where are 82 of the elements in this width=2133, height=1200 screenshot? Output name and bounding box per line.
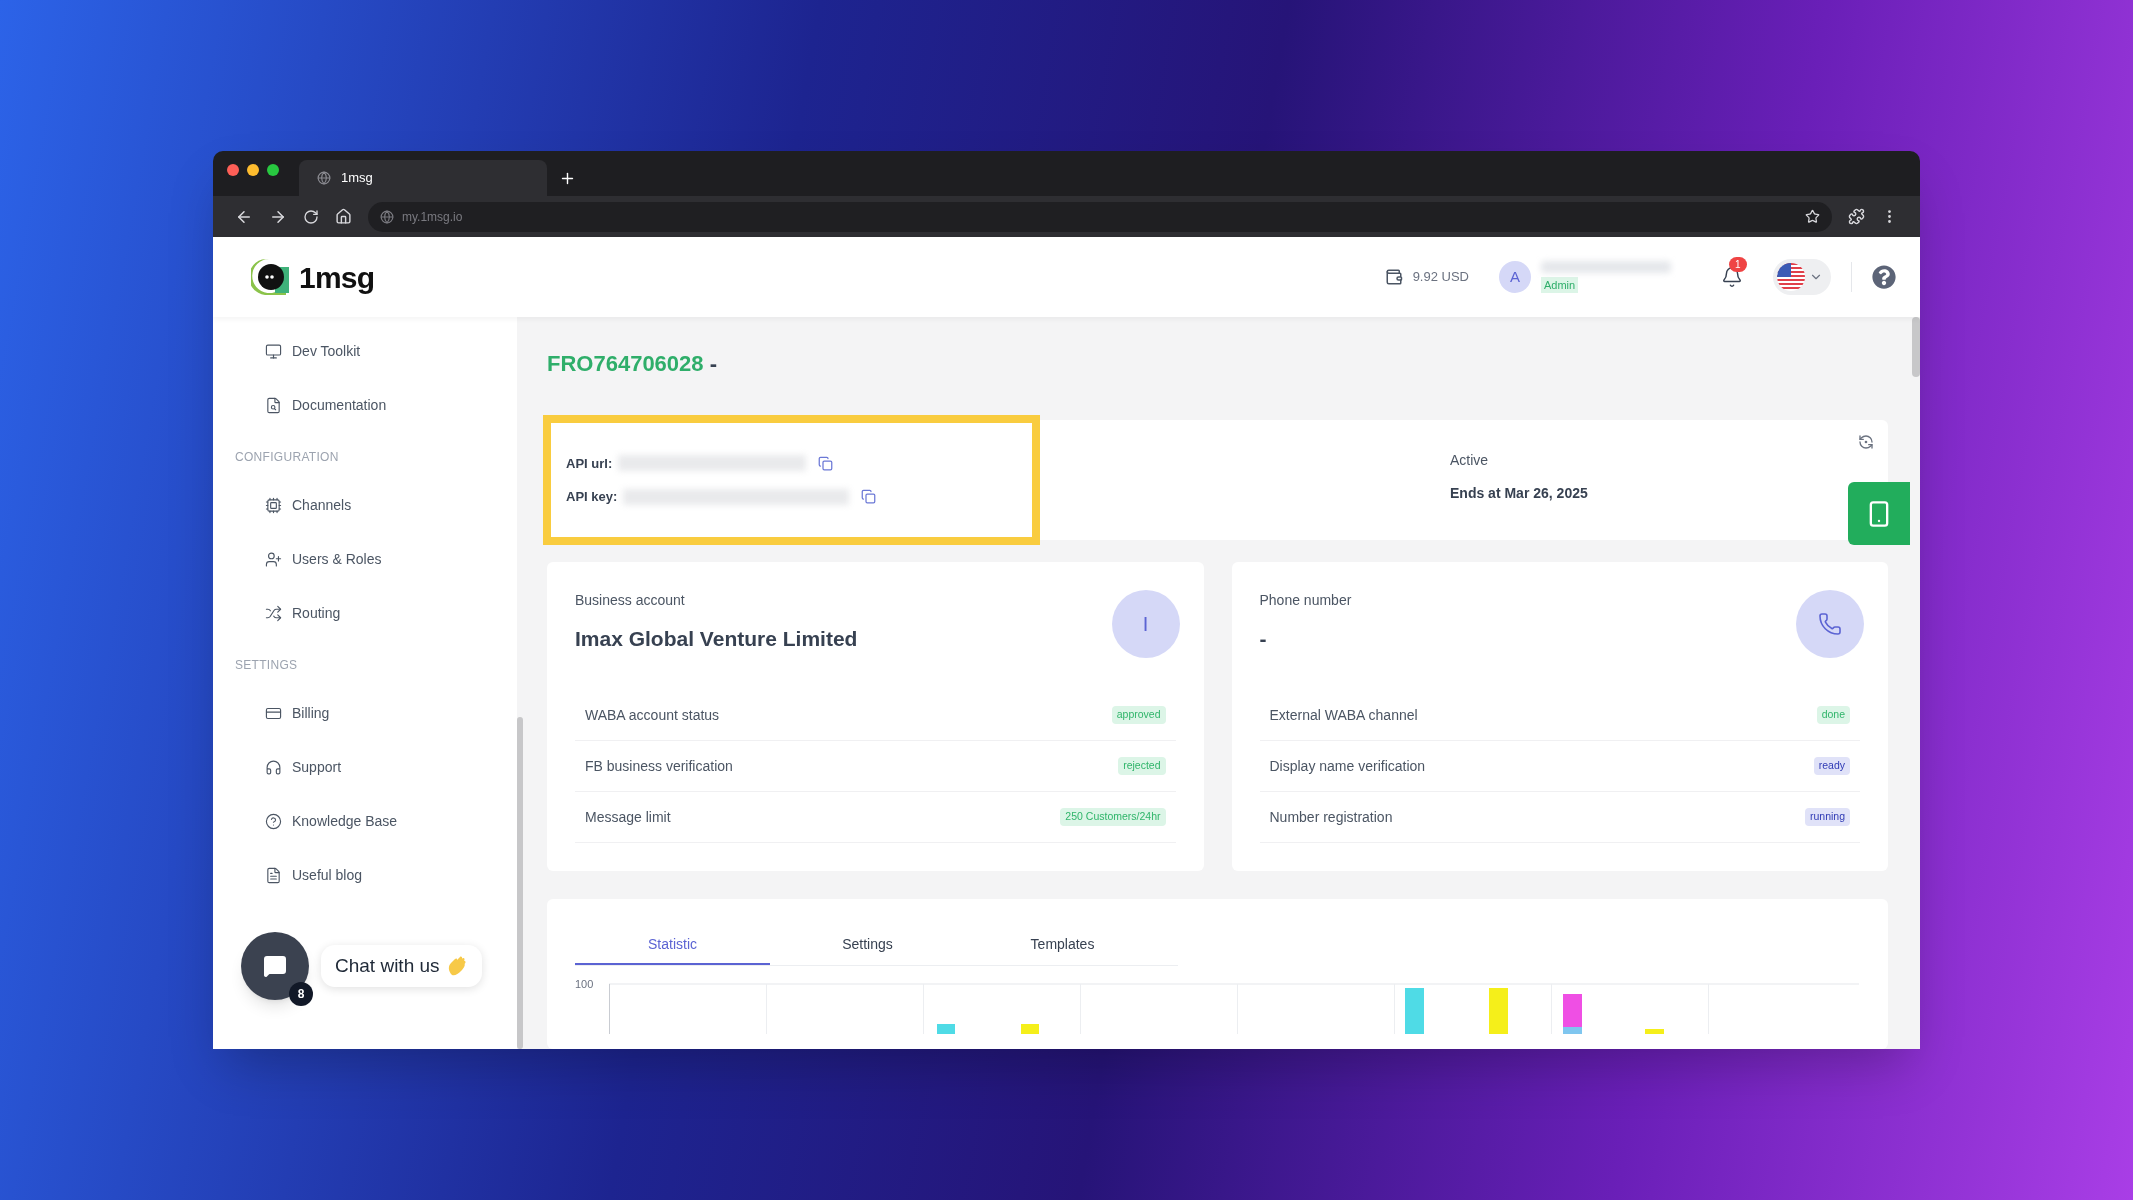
- section-heading: CONFIGURATION: [234, 449, 340, 466]
- card-value: -: [1259, 626, 1268, 652]
- status-badge: done: [1816, 706, 1850, 724]
- status-badge: approved: [1111, 706, 1166, 724]
- globe-icon: [380, 209, 394, 224]
- sidebar-item[interactable]: Useful blog: [213, 848, 517, 902]
- sidebar-item[interactable]: Documentation: [213, 378, 517, 432]
- address-bar[interactable]: my.1msg.io: [368, 201, 1832, 232]
- avatar: I: [1111, 590, 1180, 658]
- monitor-icon: [265, 342, 282, 360]
- chart-bar: [1405, 988, 1424, 1034]
- help-icon[interactable]: [1872, 265, 1896, 289]
- field-label: API url:: [566, 454, 613, 473]
- status-badge: ready: [1813, 757, 1850, 775]
- chart-bar: [1645, 1029, 1664, 1034]
- sidebar-item[interactable]: Users & Roles: [213, 532, 517, 586]
- scrollbar-thumb[interactable]: [517, 717, 523, 1049]
- refresh-icon[interactable]: [1858, 434, 1874, 450]
- headset-icon: [265, 758, 282, 776]
- sidebar-item[interactable]: Knowledge Base: [213, 794, 517, 848]
- notification-count: 1: [1729, 257, 1747, 272]
- axis-tick-label: 100: [575, 977, 595, 992]
- subscription-status: Active: [1450, 451, 1490, 470]
- logo-text: 1msg: [299, 259, 375, 296]
- section-heading: SETTINGS: [234, 657, 299, 674]
- minimize-window-button[interactable]: [247, 163, 259, 176]
- chip-icon: [265, 496, 282, 514]
- add-user-icon: [265, 550, 282, 568]
- tab[interactable]: Templates: [965, 925, 1160, 965]
- account-title: FRO764706028 -: [547, 350, 718, 378]
- chart-bar: [937, 1024, 955, 1034]
- tab[interactable]: Settings: [770, 925, 965, 965]
- us-flag-icon: [1777, 263, 1805, 291]
- sidebar-item[interactable]: Routing: [213, 586, 517, 640]
- bookmark-icon[interactable]: [1805, 209, 1820, 224]
- wallet-icon: [1384, 268, 1403, 286]
- bell-icon[interactable]: [1721, 266, 1743, 288]
- chat-count-badge: 8: [289, 982, 313, 1006]
- close-window-button[interactable]: [227, 163, 239, 176]
- tab[interactable]: Statistic: [575, 925, 770, 965]
- browser-tab[interactable]: 1msg: [299, 160, 547, 196]
- phone-icon: [1818, 612, 1842, 636]
- role-badge: Admin: [1541, 276, 1579, 294]
- status-label: WABA account status: [585, 705, 720, 725]
- status-badge: 250 Customers/24hr: [1060, 808, 1166, 826]
- sidebar-item[interactable]: Billing: [213, 686, 517, 740]
- reload-icon[interactable]: [303, 208, 319, 225]
- status-label: FB business verification: [585, 756, 733, 776]
- sidebar-item[interactable]: Channels: [213, 478, 517, 532]
- field-label: API key:: [566, 488, 618, 506]
- copy-icon[interactable]: [861, 489, 877, 505]
- status-label: Number registration: [1269, 807, 1393, 827]
- extensions-icon[interactable]: [1848, 208, 1865, 225]
- globe-icon: [317, 171, 331, 185]
- document-icon: [265, 866, 282, 884]
- status-badge: running: [1804, 808, 1850, 826]
- copy-icon[interactable]: [818, 455, 834, 471]
- card-label: Phone number: [1259, 591, 1352, 610]
- status-label: Display name verification: [1269, 756, 1426, 776]
- chat-icon: [263, 954, 287, 978]
- document-icon: [265, 396, 282, 414]
- status-badge: rejected: [1118, 757, 1166, 775]
- card-value: Imax Global Venture Limited: [575, 626, 858, 652]
- chart-bar: [1021, 1024, 1039, 1034]
- language-selector[interactable]: [1773, 259, 1831, 295]
- subscription-end-date: Ends at Mar 26, 2025: [1450, 484, 1589, 503]
- user-avatar[interactable]: A: [1499, 261, 1531, 293]
- sidebar-item[interactable]: Dev Toolkit: [213, 324, 517, 378]
- balance: 9.92 USD: [1412, 268, 1469, 287]
- sidebar-item[interactable]: Support: [213, 740, 517, 794]
- card-label: Business account: [575, 591, 686, 610]
- chart-bar: [1489, 988, 1508, 1034]
- phone-button[interactable]: [1848, 482, 1910, 545]
- home-icon[interactable]: [335, 208, 352, 225]
- status-label: Message limit: [585, 807, 671, 827]
- maximize-window-button[interactable]: [267, 163, 279, 176]
- shuffle-icon: [265, 604, 282, 622]
- chat-prompt[interactable]: Chat with us: [321, 945, 482, 987]
- status-label: External WABA channel: [1269, 705, 1418, 725]
- chat-button[interactable]: [241, 932, 309, 1000]
- scrollbar-thumb[interactable]: [1912, 317, 1920, 377]
- help-icon: [265, 812, 282, 830]
